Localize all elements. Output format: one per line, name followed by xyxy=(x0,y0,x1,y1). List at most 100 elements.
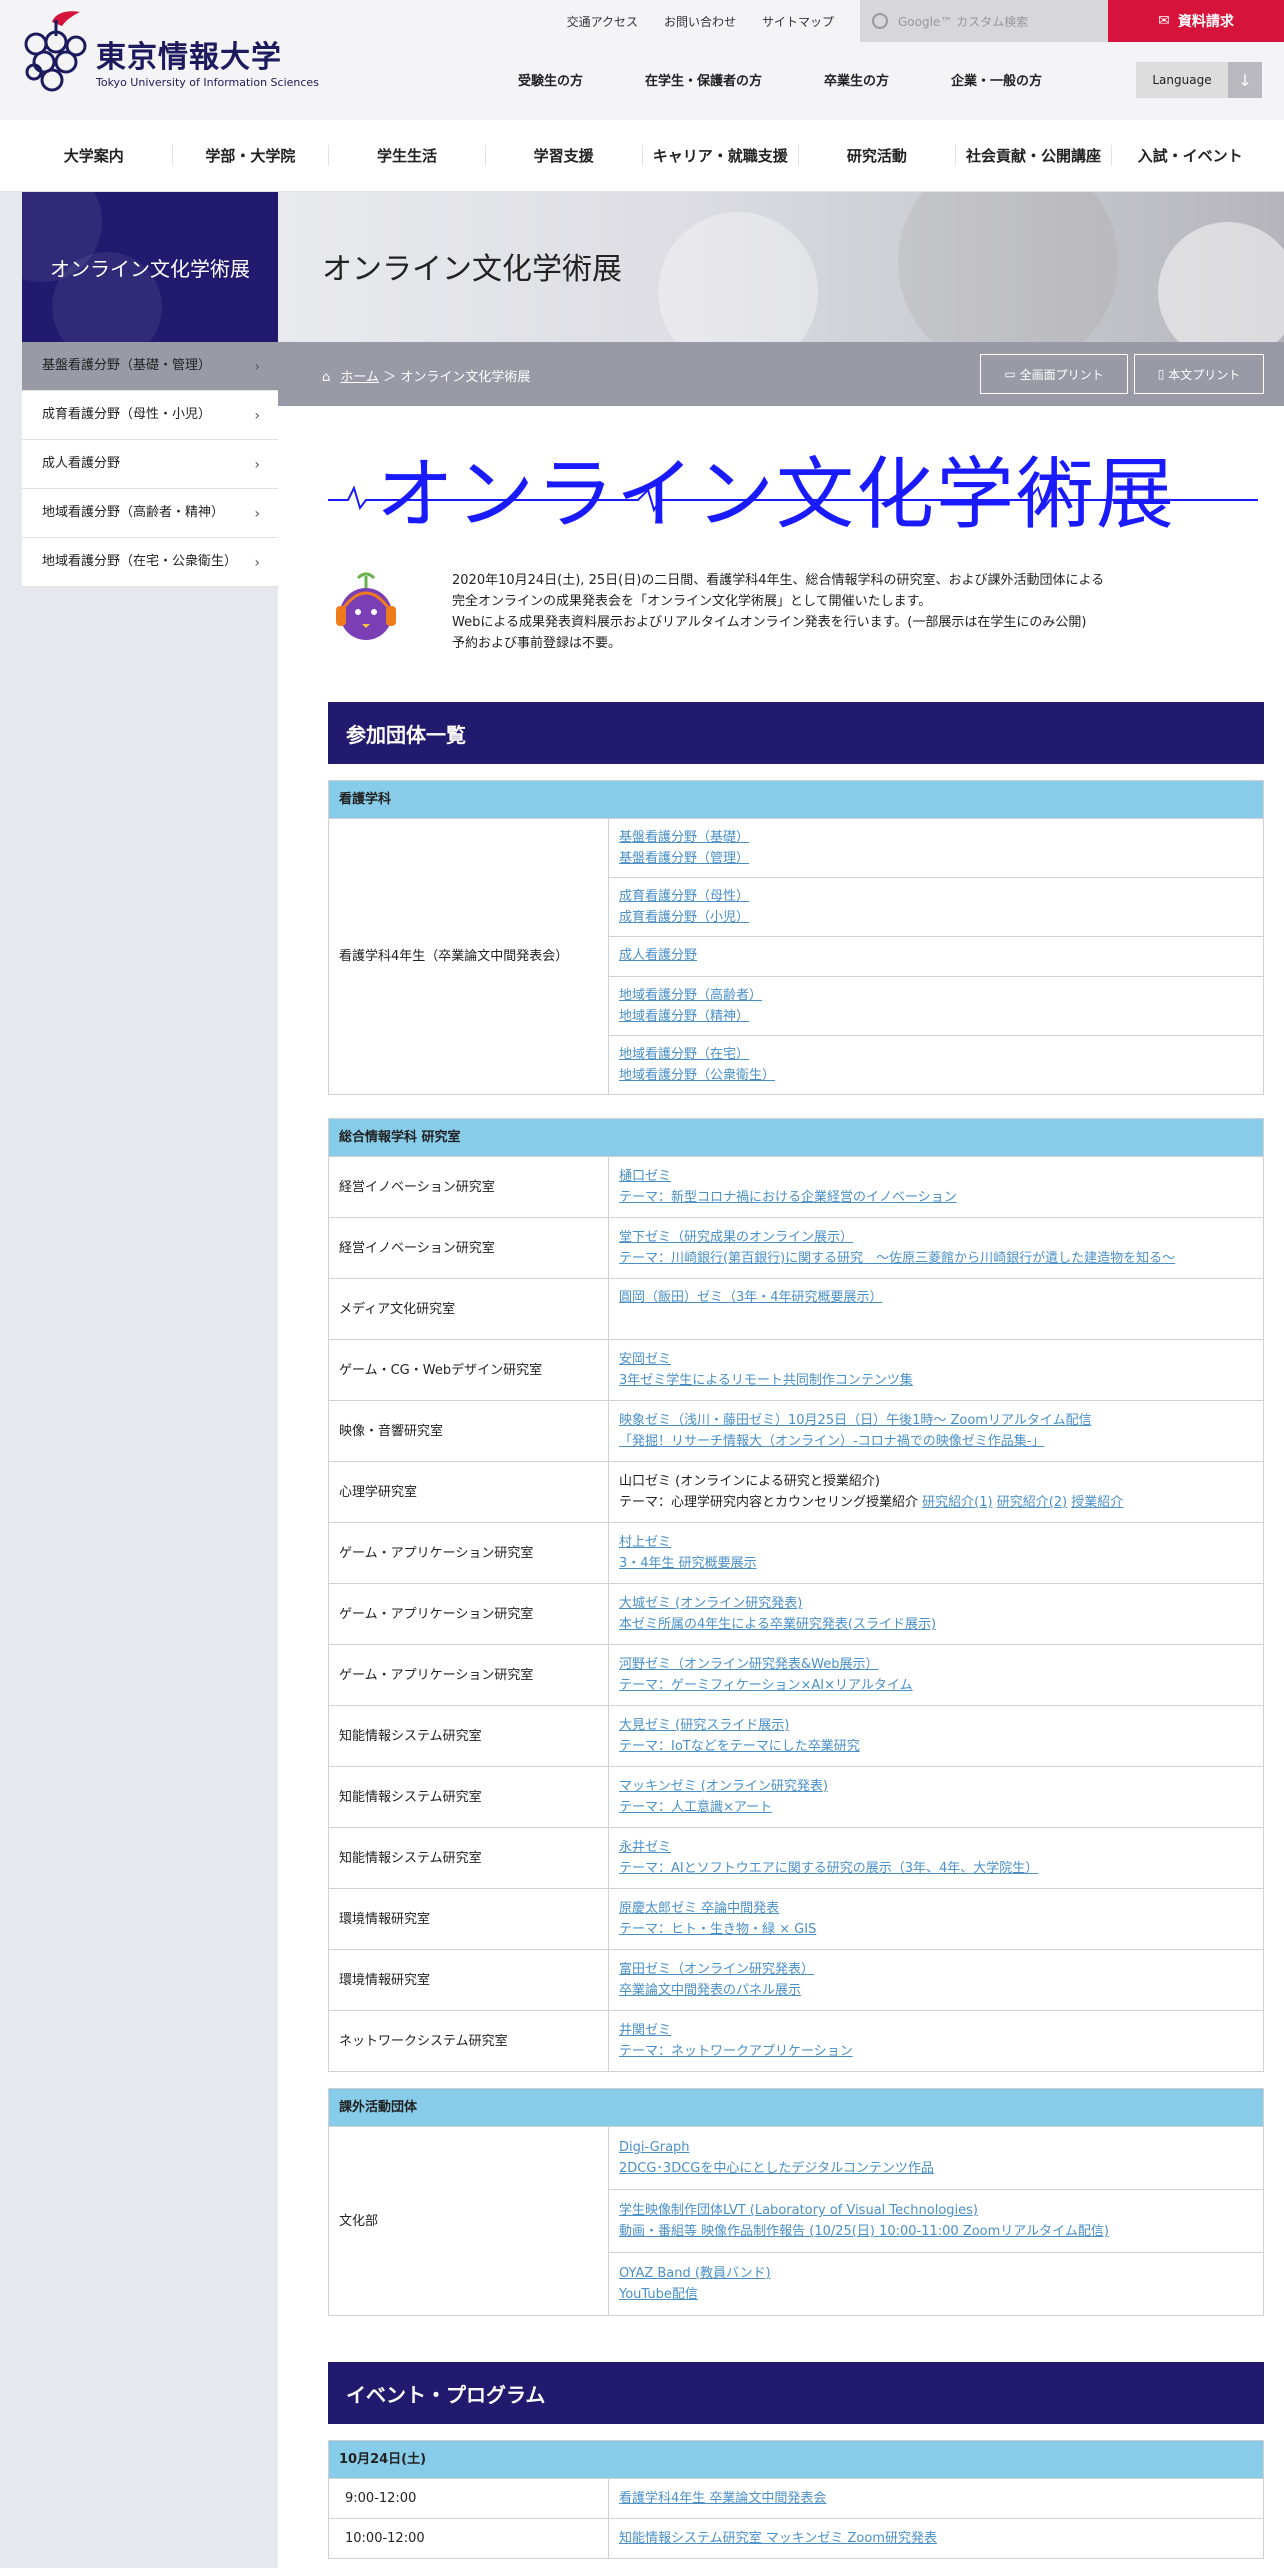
link[interactable]: 村上ゼミ xyxy=(619,1535,671,1550)
gnav-research[interactable]: 研究活動 xyxy=(799,145,956,166)
print-full-button[interactable]: ▭ 全画面プリント xyxy=(980,354,1128,394)
chevron-right-icon: › xyxy=(254,555,260,571)
link[interactable]: OYAZ Band (教員バンド) xyxy=(619,2266,771,2281)
link[interactable]: 「発掘！リサーチ情報大（オンライン）-コロナ禍での映像ゼミ作品集-」 xyxy=(619,1434,1044,1449)
language-selector[interactable]: Language ↓ xyxy=(1136,62,1262,98)
row-label: 看護学科4年生（卒業論文中間発表会） xyxy=(328,818,609,1095)
intro-line: 2020年10月24日(土), 25日(日)の二日間、看護学科4年生、総合情報学… xyxy=(452,573,1105,588)
event-link[interactable]: 知能情報システム研究室 マッキンゼミ Zoom研究発表 xyxy=(619,2531,937,2546)
link[interactable]: 基盤看護分野（基礎） xyxy=(619,830,749,845)
search-placeholder: Google™ カスタム検索 xyxy=(898,14,1029,29)
link[interactable]: 地域看護分野（精神） xyxy=(619,1009,749,1024)
link[interactable]: 本ゼミ所属の4年生による卒業研究発表(スライド展示) xyxy=(619,1617,936,1632)
gnav-student-life[interactable]: 学生生活 xyxy=(329,145,486,166)
link[interactable]: YouTube配信 xyxy=(619,2287,698,2302)
link[interactable]: マッキンゼミ (オンライン研究発表) xyxy=(619,1779,828,1794)
audience-general[interactable]: 企業・一般の方 xyxy=(951,70,1042,89)
link[interactable]: テーマ：川崎銀行(第百銀行)に関する研究 ～佐原三菱館から川崎銀行が遺した建造物… xyxy=(619,1251,1175,1266)
link[interactable]: 研究紹介(2) xyxy=(997,1495,1067,1510)
sitemap-link[interactable]: サイトマップ xyxy=(762,13,834,30)
language-label: Language xyxy=(1152,73,1212,87)
gnav-learning[interactable]: 学習支援 xyxy=(486,145,643,166)
sidebar-item-home-nursing[interactable]: 地域看護分野（在宅・公衆衛生） › xyxy=(22,538,278,587)
sidebar-menu: 基盤看護分野（基礎・管理） › 成育看護分野（母性・小児） › 成人看護分野 › 地域… xyxy=(22,342,278,587)
link[interactable]: 基盤看護分野（管理） xyxy=(619,851,749,866)
link[interactable]: 動画・番組等 映像作品制作報告 (10/25(日) 10:00-11:00 Zo… xyxy=(619,2224,1109,2239)
link[interactable]: 成育看護分野（小児） xyxy=(619,910,749,925)
breadcrumb: ⌂ ホーム ＞ オンライン文化学術展 xyxy=(322,366,530,385)
intro-line: 予約および事前登録は不要。 xyxy=(452,636,622,651)
page-hero: オンライン文化学術展 xyxy=(278,192,1284,342)
link[interactable]: 3年ゼミ学生によるリモート共同制作コンテンツ集 xyxy=(619,1373,913,1388)
link[interactable]: テーマ：AIとソフトウエアに関する研究の展示（3年、4年、大学院生） xyxy=(619,1861,1038,1876)
access-link[interactable]: 交通アクセス xyxy=(567,13,638,30)
link[interactable]: 圓岡（飯田）ゼミ（3年・4年研究概要展示） xyxy=(619,1290,883,1305)
link[interactable]: 大城ゼミ (オンライン研究発表) xyxy=(619,1596,802,1611)
link[interactable]: 大見ゼミ (研究スライド展示) xyxy=(619,1718,789,1733)
utility-bar: 交通アクセス お問い合わせ サイトマップ Google™ カスタム検索 ✉ 資料請… xyxy=(567,0,1284,42)
audience-students[interactable]: 在学生・保護者の方 xyxy=(645,70,762,89)
link[interactable]: 井関ゼミ xyxy=(619,2023,671,2038)
event-time: 9:00-12:00 xyxy=(328,2478,609,2519)
gnav-faculties[interactable]: 学部・大学院 xyxy=(173,145,330,166)
link[interactable]: 成育看護分野（母性） xyxy=(619,889,749,904)
row-label: 知能情報システム研究室 xyxy=(328,1766,609,1828)
link[interactable]: 研究紹介(1) xyxy=(922,1495,992,1510)
search-input[interactable]: Google™ カスタム検索 xyxy=(860,0,1108,42)
sidebar-item-community-nursing[interactable]: 地域看護分野（高齢者・精神） › xyxy=(22,489,278,538)
request-label: 資料請求 xyxy=(1177,14,1234,30)
nursing-cell: 地域看護分野（高齢者） 地域看護分野（精神） xyxy=(609,977,1263,1036)
link[interactable]: テーマ：IoTなどをテーマにした卒業研究 xyxy=(619,1739,860,1754)
row-label: 知能情報システム研究室 xyxy=(328,1827,609,1889)
link[interactable]: テーマ：ネットワークアプリケーション xyxy=(619,2044,853,2059)
gnav-career[interactable]: キャリア・就職支援 xyxy=(643,145,800,166)
gnav-admissions[interactable]: 入試・イベント xyxy=(1112,145,1268,166)
link[interactable]: 地域看護分野（公衆衛生） xyxy=(619,1068,775,1083)
breadcrumb-bar: ⌂ ホーム ＞ オンライン文化学術展 ▭ 全画面プリント ▯ 本文プリント xyxy=(278,342,1284,406)
link[interactable]: テーマ：ゲーミフィケーション×AI×リアルタイム xyxy=(619,1678,913,1693)
audience-prospective[interactable]: 受験生の方 xyxy=(518,70,583,89)
gnav-community[interactable]: 社会貢献・公開講座 xyxy=(956,145,1113,166)
row-label: 知能情報システム研究室 xyxy=(328,1705,609,1767)
global-nav: 大学案内 学部・大学院 学生生活 学習支援 キャリア・就職支援 研究活動 社会貢… xyxy=(0,120,1284,192)
print-body-button[interactable]: ▯ 本文プリント xyxy=(1134,354,1264,394)
link[interactable]: Digi-Graph xyxy=(619,2140,690,2155)
link[interactable]: 映象ゼミ（浅川・藤田ゼミ）10月25日（日）午後1時～ Zoomリアルタイム配信 xyxy=(619,1413,1092,1428)
link[interactable]: テーマ：人工意識×アート xyxy=(619,1800,772,1815)
link[interactable]: 3・4年生 研究概要展示 xyxy=(619,1556,757,1571)
link[interactable]: 地域看護分野（高齢者） xyxy=(619,988,762,1003)
audience-alumni[interactable]: 卒業生の方 xyxy=(824,70,889,89)
link[interactable]: 卒業論文中間発表のパネル展示 xyxy=(619,1983,801,1998)
link[interactable]: 河野ゼミ（オンライン研究発表&Web展示） xyxy=(619,1657,878,1672)
link[interactable]: 原慶太郎ゼミ 卒論中間発表 xyxy=(619,1901,779,1916)
logo-japanese: 東京情報大学 xyxy=(96,40,282,75)
sidebar-item-label: 地域看護分野（在宅・公衆衛生） xyxy=(42,554,238,569)
row-label: ゲーム・アプリケーション研究室 xyxy=(328,1644,609,1706)
sidebar-item-adult-nursing[interactable]: 成人看護分野 › xyxy=(22,440,278,489)
link[interactable]: 富田ゼミ（オンライン研究発表） xyxy=(619,1962,814,1977)
link[interactable]: 樋口ゼミ xyxy=(619,1169,671,1184)
contact-link[interactable]: お問い合わせ xyxy=(664,13,736,30)
link[interactable]: 成人看護分野 xyxy=(619,948,697,963)
sidebar-item-foundation-nursing[interactable]: 基盤看護分野（基礎・管理） › xyxy=(22,342,278,391)
request-materials-button[interactable]: ✉ 資料請求 xyxy=(1108,0,1284,42)
link[interactable]: 地域看護分野（在宅） xyxy=(619,1047,749,1062)
breadcrumb-home[interactable]: ホーム xyxy=(340,370,379,385)
row-label: 環境情報研究室 xyxy=(328,1949,609,2011)
row-label: 心理学研究室 xyxy=(328,1461,609,1523)
chevron-right-icon: › xyxy=(254,359,260,375)
link[interactable]: 堂下ゼミ（研究成果のオンライン展示） xyxy=(619,1230,853,1245)
link[interactable]: 学生映像制作団体LVT (Laboratory of Visual Techno… xyxy=(619,2203,978,2218)
monitor-icon: ▭ xyxy=(1004,367,1016,381)
link[interactable]: 2DCG･3DCGを中心にとしたデジタルコンテンツ作品 xyxy=(619,2161,934,2176)
link[interactable]: 永井ゼミ xyxy=(619,1840,671,1855)
university-logo[interactable]: 東京情報大学 Tokyo University of Information S… xyxy=(22,10,322,100)
link[interactable]: テーマ：ヒト・生き物・緑 × GIS xyxy=(619,1922,816,1937)
gnav-about[interactable]: 大学案内 xyxy=(16,145,173,166)
link[interactable]: 安岡ゼミ xyxy=(619,1352,671,1367)
link[interactable]: 授業紹介 xyxy=(1071,1495,1123,1510)
nursing-links: 基盤看護分野（基礎） 基盤看護分野（管理） 成育看護分野（母性） 成育看護分野（小児… xyxy=(608,818,1264,1095)
event-link[interactable]: 看護学科4年生 卒業論文中間発表会 xyxy=(619,2491,826,2506)
link[interactable]: テーマ：新型コロナ禍における企業経営のイノベーション xyxy=(619,1190,957,1205)
sidebar-item-child-nursing[interactable]: 成育看護分野（母性・小児） › xyxy=(22,391,278,440)
